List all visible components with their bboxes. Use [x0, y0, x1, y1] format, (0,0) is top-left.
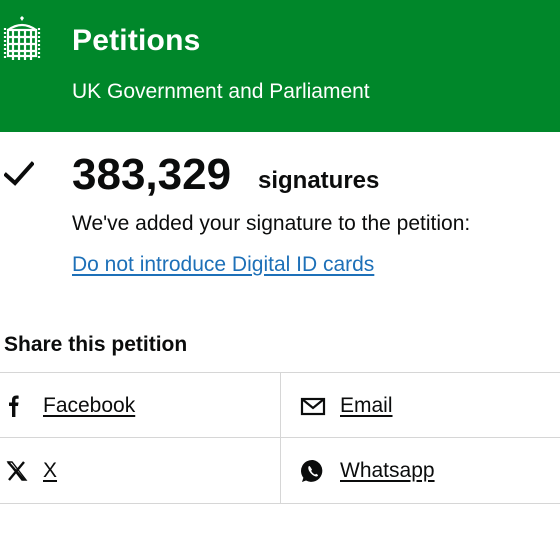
- share-whatsapp-label: Whatsapp: [340, 459, 435, 482]
- share-x-button[interactable]: X: [0, 438, 279, 503]
- email-icon: [300, 397, 326, 416]
- share-facebook-label: Facebook: [43, 394, 136, 417]
- page-subtitle: UK Government and Parliament: [72, 80, 370, 103]
- page-title: Petitions: [72, 24, 201, 57]
- signature-count: 383,329: [72, 150, 232, 199]
- share-grid: Facebook Email X Whatsapp: [0, 372, 560, 504]
- confirmation-message: We've added your signature to the petiti…: [72, 212, 471, 235]
- share-heading: Share this petition: [4, 333, 188, 356]
- checkmark-icon: [4, 161, 34, 186]
- share-email-button[interactable]: Email: [281, 373, 560, 438]
- petition-link[interactable]: Do not introduce Digital ID cards: [72, 253, 374, 277]
- portcullis-icon[interactable]: [2, 16, 42, 64]
- share-whatsapp-button[interactable]: Whatsapp: [281, 438, 560, 503]
- facebook-icon: [9, 395, 19, 417]
- signature-count-label: signatures: [258, 167, 380, 194]
- x-icon: [6, 461, 28, 481]
- share-facebook-button[interactable]: Facebook: [0, 373, 279, 438]
- share-email-label: Email: [340, 394, 393, 417]
- whatsapp-icon: [301, 459, 323, 482]
- site-header: Petitions UK Government and Parliament: [0, 0, 560, 132]
- share-x-label: X: [43, 459, 58, 482]
